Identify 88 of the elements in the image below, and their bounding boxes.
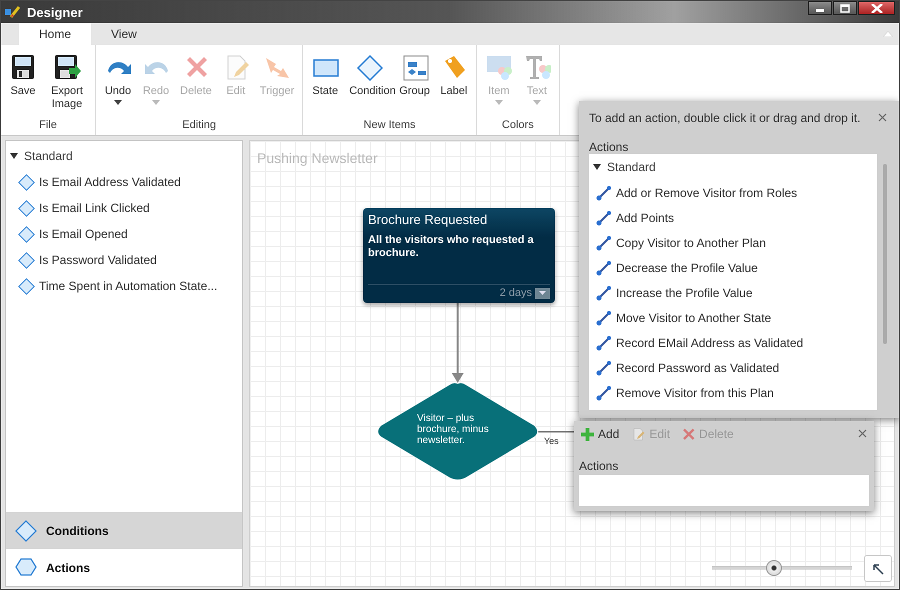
- state-duration: 2 days: [500, 287, 532, 299]
- tree-group-label[interactable]: Standard: [607, 160, 656, 174]
- fit-view-button[interactable]: [864, 555, 892, 582]
- ribbon-group-label: New Items: [362, 119, 416, 133]
- save-icon: [9, 53, 37, 81]
- diamond-icon: [18, 252, 35, 268]
- condition-icon: [355, 53, 384, 81]
- close-icon: [870, 4, 882, 12]
- diamond-icon: [18, 226, 35, 242]
- undo-button[interactable]: Undo: [100, 53, 136, 119]
- list-label: Actions: [589, 140, 630, 154]
- add-icon: [581, 428, 594, 440]
- close-icon: [878, 113, 887, 122]
- expand-arrow-icon[interactable]: [10, 152, 18, 160]
- state-title: Brochure Requested: [368, 212, 488, 227]
- diamond-icon: [18, 174, 35, 190]
- item-icon: [484, 53, 513, 81]
- action-item[interactable]: Remove Visitor from this Plan: [593, 380, 873, 405]
- action-item[interactable]: Increase the Profile Value: [593, 280, 873, 305]
- close-icon: [858, 429, 867, 438]
- ribbon-group-label: File: [38, 119, 58, 133]
- condition-item[interactable]: Time Spent in Automation State...: [10, 273, 242, 299]
- ribbon-tab[interactable]: View: [91, 23, 157, 45]
- save-button[interactable]: Save: [5, 53, 41, 119]
- dropdown-caret-icon: [494, 100, 503, 105]
- connector-icon: [596, 260, 612, 276]
- ribbon-tab[interactable]: Home: [19, 23, 92, 45]
- edit-icon: [631, 427, 646, 441]
- connector-icon: [596, 184, 612, 200]
- dropdown-caret-icon: [532, 100, 541, 105]
- action-item[interactable]: Add or Remove Visitor from Roles: [593, 180, 873, 205]
- group-button[interactable]: Group: [395, 53, 434, 119]
- connector-icon: [596, 210, 612, 226]
- dropdown-caret-icon: [114, 100, 122, 105]
- condition-item[interactable]: Is Password Validated: [10, 247, 242, 273]
- app-icon: [5, 5, 21, 19]
- condition-item[interactable]: Is Email Opened: [10, 221, 242, 247]
- group-icon: [400, 53, 429, 81]
- action-item[interactable]: Copy Visitor to Another Plan: [593, 230, 873, 255]
- window-title: Designer: [27, 4, 84, 20]
- minimize-button[interactable]: [808, 1, 832, 15]
- export-icon: [53, 53, 81, 81]
- diamond-icon: [18, 278, 35, 294]
- panel-section-tab[interactable]: Actions: [6, 549, 242, 586]
- diamond-icon: [14, 520, 38, 542]
- label-button[interactable]: Label: [436, 53, 472, 119]
- scrollbar-thumb[interactable]: [883, 164, 887, 344]
- diamond-icon: [18, 200, 35, 216]
- connector-icon: [596, 384, 612, 400]
- add-button[interactable]: Add: [579, 427, 622, 441]
- close-button[interactable]: [858, 1, 895, 15]
- connector-icon: [596, 334, 612, 350]
- tree-group-label[interactable]: Standard: [24, 149, 73, 163]
- ribbon-group-label: Editing: [181, 119, 217, 133]
- delete-icon: [682, 428, 696, 440]
- ribbon-group-label: Colors: [500, 119, 535, 133]
- connector-icon: [596, 310, 612, 326]
- action-item[interactable]: Record EMail Address as Validated: [593, 330, 873, 355]
- caret-icon: [539, 291, 546, 295]
- expand-arrow-icon[interactable]: [593, 163, 601, 171]
- condition-item[interactable]: Is Email Link Clicked: [10, 195, 242, 221]
- state-description: All the visitors who requested a brochure.: [368, 234, 535, 261]
- hexagon-icon: [14, 556, 38, 578]
- branch-label: Yes: [544, 436, 559, 446]
- duration-dropdown[interactable]: [535, 288, 550, 298]
- panel-section-tab[interactable]: Conditions: [6, 512, 242, 549]
- zoom-slider-thumb[interactable]: [766, 560, 782, 576]
- diagram-title: Pushing Newsletter: [257, 150, 378, 166]
- connector-icon: [596, 360, 612, 376]
- popup-hint: To add an action, double click it or drag and drop it.: [589, 111, 860, 125]
- action-item[interactable]: Move Visitor to Another State: [593, 305, 873, 330]
- connector-icon: [596, 284, 612, 300]
- condition-text: Visitor – plus brochure, minus newsletter.: [417, 413, 490, 446]
- condition-node[interactable]: [378, 383, 538, 480]
- arrow-icon: [872, 562, 884, 574]
- connector-icon: [596, 234, 612, 250]
- condition-item[interactable]: Is Email Address Validated: [10, 169, 242, 195]
- state-button[interactable]: State: [307, 53, 344, 119]
- export-button[interactable]: Export Image: [43, 53, 91, 119]
- action-item[interactable]: Decrease the Profile Value: [593, 255, 873, 280]
- dropdown-caret-icon: [152, 100, 160, 105]
- action-item[interactable]: Add Points: [593, 205, 873, 230]
- state-node[interactable]: Brochure Requested All the visitors who requested a brochure. 2 days: [363, 208, 555, 303]
- list-label: Actions: [579, 459, 620, 473]
- action-item[interactable]: Record Password as Validated: [593, 355, 873, 380]
- maximize-icon: [840, 4, 850, 12]
- maximize-button[interactable]: [833, 1, 857, 15]
- condition-button[interactable]: Condition: [345, 53, 394, 119]
